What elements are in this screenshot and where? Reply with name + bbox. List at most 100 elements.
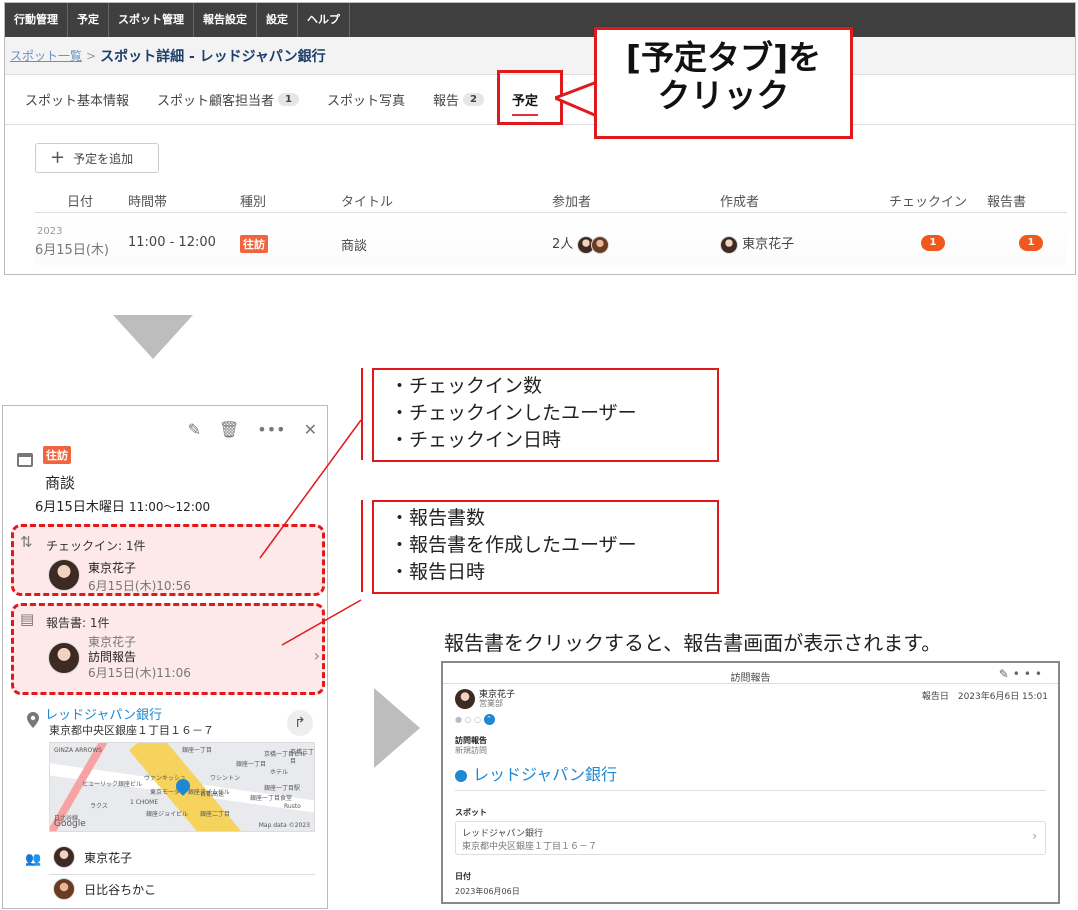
participant-item: 日比谷ちかこ — [53, 878, 156, 900]
report-screen: 訪問報告 ✎••• 東京花子 営業部 報告日 2023年6月6日 15:01 ●… — [441, 661, 1060, 904]
nav-report-settings[interactable]: 報告設定 — [194, 3, 257, 37]
location-address: 東京都中央区銀座１丁目１６－７ — [49, 724, 214, 737]
row-participants: 2人 — [552, 233, 610, 254]
callout-item: 報告書数 — [390, 505, 717, 532]
spot-card[interactable]: レッドジャパン銀行 東京都中央区銀座１丁目１６－７ › — [455, 821, 1046, 855]
delete-trash-icon[interactable]: 🗑 — [219, 420, 239, 439]
col-participants: 参加者 — [552, 195, 592, 210]
edit-pencil-icon[interactable]: ✎ — [188, 420, 201, 439]
report-section[interactable]: ▤ 報告書: 1件 東京花子 訪問報告 6月15日(木)11:06 › — [11, 603, 325, 695]
map-logo: Google — [54, 819, 86, 829]
spot-label: スポット — [455, 808, 487, 817]
avatar — [48, 642, 80, 674]
col-date: 日付 — [67, 195, 94, 210]
map-thumbnail[interactable]: GINZA ARROWS 銀座一丁目 ヒューリック銀座ビル ヴァンキッシュ 1 … — [49, 742, 315, 832]
callout-item: 報告書を作成したユーザー — [390, 532, 717, 559]
more-options-icon[interactable]: ••• — [257, 420, 285, 439]
report-time: 6月15日(木)11:06 — [88, 666, 191, 680]
report-spot-link[interactable]: レッドジャパン銀行 — [455, 761, 617, 785]
chevron-up-icon[interactable]: ⌃ — [483, 714, 495, 725]
col-time: 時間帯 — [128, 195, 168, 210]
nav-spot-management[interactable]: スポット管理 — [109, 3, 194, 37]
map-label: 京橋三丁目 — [290, 749, 315, 765]
visit-type-tag: 往訪 — [43, 446, 71, 464]
breadcrumb-separator: > — [86, 48, 97, 63]
chevron-right-icon: › — [313, 646, 320, 665]
close-icon[interactable]: ✕ — [304, 420, 317, 439]
tab-spot-customer-contacts[interactable]: スポット顧客担当者 1 — [157, 90, 299, 109]
callout-item: チェックイン数 — [390, 373, 717, 400]
callout-bracket — [361, 368, 363, 460]
row-year: 2023 — [37, 226, 63, 237]
participant-item: 東京花子 — [53, 846, 132, 868]
nav-schedule[interactable]: 予定 — [68, 3, 109, 37]
location-link[interactable]: レッドジャパン銀行 — [45, 704, 162, 723]
spot-detail-screen: 行動管理 予定 スポット管理 報告設定 設定 ヘルプ スポット一覧 > スポット… — [4, 2, 1076, 275]
tab-label: スポット基本情報 — [25, 94, 130, 109]
location-pin-icon — [27, 712, 39, 728]
schedule-date: 6月15日木曜日 — [35, 500, 125, 515]
checkin-section[interactable]: ⇅ チェックイン: 1件 東京花子 6月15日(木)10:56 — [11, 524, 325, 596]
nav-help[interactable]: ヘルプ — [298, 3, 350, 37]
down-arrow — [113, 315, 193, 359]
map-label: ワシントン — [210, 775, 241, 782]
add-schedule-button[interactable]: + 予定を追加 — [35, 143, 159, 173]
nav-action-management[interactable]: 行動管理 — [5, 3, 68, 37]
checkin-user: 東京花子 — [88, 561, 137, 575]
callout-item: チェックイン日時 — [390, 427, 717, 454]
divider — [443, 683, 1058, 684]
date-label: 日付 — [455, 872, 471, 881]
date-value: 2023年06月06日 — [455, 887, 520, 896]
edit-pencil-icon[interactable]: ✎ — [999, 667, 1013, 681]
report-info-callout: 報告書数 報告書を作成したユーザー 報告日時 — [372, 500, 719, 594]
tab-spot-photos[interactable]: スポット写真 — [327, 90, 405, 109]
map-label: GINZA ARROWS — [54, 747, 102, 754]
row-creator: 東京花子 — [720, 233, 794, 254]
report-count-badge[interactable]: 1 — [1019, 235, 1043, 251]
spot-name: レッドジャパン銀行 — [462, 829, 544, 839]
page-title: スポット詳細 - レッドジャパン銀行 — [100, 48, 326, 65]
map-label: 銀座ジョイビル — [146, 811, 189, 818]
reaction-icon[interactable]: ● — [455, 715, 462, 724]
checkin-heading: チェックイン: 1件 — [46, 539, 146, 553]
checkin-count-badge[interactable]: 1 — [921, 235, 945, 251]
breadcrumb-spot-list-link[interactable]: スポット一覧 — [10, 47, 82, 64]
calendar-icon — [17, 453, 33, 467]
col-checkin: チェックイン — [889, 195, 968, 210]
reaction-icon[interactable]: ○ — [465, 715, 472, 724]
map-label: 銀座二丁目 — [200, 811, 231, 818]
avatar — [48, 559, 80, 591]
map-label: ラクス — [90, 803, 108, 810]
tab-label: スポット写真 — [327, 94, 406, 109]
tab-reports[interactable]: 報告 2 — [433, 90, 484, 109]
report-department: 営業部 — [479, 699, 503, 708]
click-schedule-tab-callout: [予定タブ]を クリック — [594, 27, 853, 139]
top-nav: 行動管理 予定 スポット管理 報告設定 設定 ヘルプ — [5, 3, 1075, 37]
map-label: 銀座一丁目 — [182, 747, 213, 754]
report-heading: 報告書: 1件 — [46, 616, 110, 630]
map-label: 銀座一丁目食堂 — [250, 795, 293, 802]
tab-spot-basic-info[interactable]: スポット基本情報 — [25, 90, 129, 109]
more-options-icon[interactable]: ••• — [1013, 667, 1046, 681]
avatar — [720, 235, 738, 254]
reaction-icon[interactable]: ○ — [474, 715, 481, 724]
nav-settings[interactable]: 設定 — [257, 3, 298, 37]
callout-line: [予定タブ]を — [625, 38, 822, 77]
col-title: タイトル — [341, 195, 394, 210]
report-screen-title: 訪問報告 — [730, 673, 771, 684]
divider — [49, 874, 315, 875]
divider — [455, 790, 1046, 791]
directions-icon[interactable]: ↱ — [287, 710, 313, 736]
report-date: 報告日 2023年6月6日 15:01 — [921, 692, 1048, 702]
schedule-detail-panel: ✎ 🗑 ••• ✕ 往訪 商談 6月15日木曜日 11:00〜12:00 ⇅ チ… — [2, 405, 328, 909]
chevron-right-icon: › — [1032, 829, 1037, 843]
right-arrow — [374, 688, 420, 768]
schedule-time: 11:00〜12:00 — [128, 500, 211, 514]
col-report: 報告書 — [987, 195, 1027, 210]
table-row[interactable]: 2023 6月15日(木) 11:00 - 12:00 往訪 商談 2人 東京花… — [35, 215, 1067, 265]
row-time: 11:00 - 12:00 — [128, 235, 216, 250]
participant-name: 東京花子 — [84, 850, 133, 865]
table-header: 日付 時間帯 種別 タイトル 参加者 作成者 チェックイン 報告書 — [35, 189, 1067, 213]
visit-type-tag: 往訪 — [240, 235, 268, 253]
row-date: 6月15日(木) — [35, 243, 109, 258]
